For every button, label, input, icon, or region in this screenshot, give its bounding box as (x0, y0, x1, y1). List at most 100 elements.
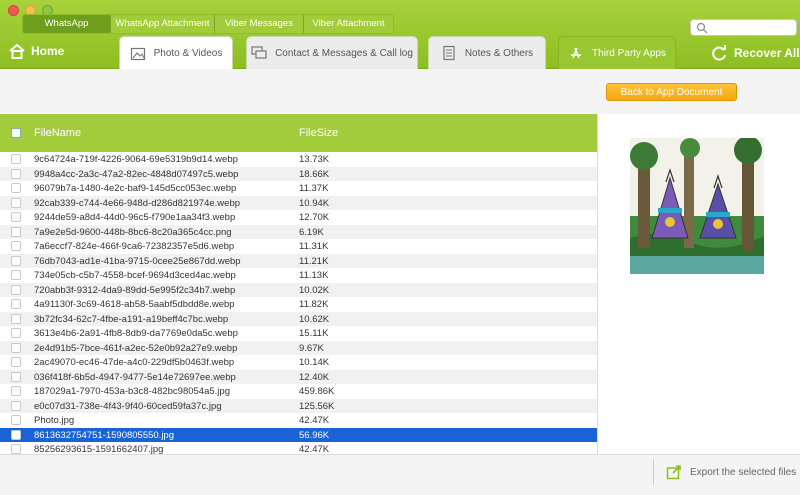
file-size: 11.37K (299, 183, 329, 194)
subtab-viber-messages[interactable]: Viber Messages (215, 15, 304, 33)
home-label: Home (31, 44, 65, 58)
file-name: 9244de59-a8d4-44d0-96c5-f790e1aa34f3.web… (34, 212, 236, 223)
tab-third-party-apps[interactable]: Third Party Apps (558, 36, 676, 69)
file-size: 15.11K (299, 328, 329, 339)
row-checkbox[interactable] (11, 183, 21, 193)
file-name: 8613632754751-1590805550.jpg (34, 429, 174, 441)
table-row[interactable]: 9244de59-a8d4-44d0-96c5-f790e1aa34f3.web… (0, 210, 597, 225)
row-checkbox[interactable] (11, 226, 21, 237)
chat-icon (251, 46, 267, 59)
table-row[interactable]: 7a6eccf7-824e-466f-9ca6-72382357e5d6.web… (0, 239, 597, 254)
row-checkbox[interactable] (11, 168, 21, 179)
notes-icon (443, 45, 455, 61)
search-box[interactable] (690, 19, 797, 36)
file-name: 92cab339-c744-4e66-948d-d286d821974e.web… (34, 197, 241, 209)
tab-contact-messages[interactable]: Contact & Messages & Call log (246, 36, 418, 69)
file-size: 10.94K (299, 197, 330, 209)
row-checkbox[interactable] (11, 299, 21, 309)
row-checkbox[interactable] (11, 386, 21, 396)
table-row[interactable]: 4a91130f-3c69-4618-ab58-5aabf5dbdd8e.web… (0, 297, 597, 312)
file-size: 12.40K (299, 371, 330, 383)
table-header: FileName FileSize (0, 114, 597, 152)
table-row[interactable]: 2e4d91b5-7bce-461f-a2ec-52e0b92a27e9.web… (0, 340, 597, 355)
export-icon (666, 465, 681, 480)
tab-label: Third Party Apps (592, 47, 666, 59)
row-checkbox[interactable] (11, 255, 21, 266)
tab-notes-others[interactable]: Notes & Others (428, 36, 546, 69)
file-size: 11.21K (299, 255, 329, 267)
file-size: 10.62K (299, 313, 330, 325)
file-name: 76db7043-ad1e-41ba-9715-0cee25e867dd.web… (34, 255, 241, 267)
tab-photo-videos[interactable]: Photo & Videos (119, 36, 233, 70)
file-name: 9948a4cc-2a3c-47a2-82ec-4848d07497c5.web… (34, 168, 239, 180)
file-size: 11.31K (299, 241, 329, 252)
table-row[interactable]: 734e05cb-c5b7-4558-bcef-9694d3ced4ac.web… (0, 268, 597, 283)
row-checkbox[interactable] (11, 371, 21, 382)
file-name: 7a9e2e5d-9600-448b-8bc6-8c20a365c4cc.png (34, 226, 232, 238)
file-size: 42.47K (299, 415, 330, 426)
file-size: 10.02K (299, 284, 330, 296)
export-label: Export the selected files (690, 466, 797, 478)
select-all-checkbox[interactable] (11, 128, 21, 138)
home-button[interactable]: Home (8, 42, 64, 60)
file-size: 18.66K (299, 168, 330, 180)
export-selected-button[interactable]: Export the selected files (653, 459, 796, 485)
file-size: 6.19K (299, 226, 324, 238)
home-icon (9, 43, 25, 59)
row-checkbox[interactable] (11, 342, 21, 353)
table-row[interactable]: 187029a1-7970-453a-b3c8-482bc98054a5.jpg… (0, 384, 597, 399)
subtab-whatsapp-messages[interactable]: WhatsApp Messages (23, 15, 111, 33)
file-size: 125.56K (299, 400, 335, 412)
tab-label: Contact & Messages & Call log (275, 47, 413, 59)
table-row[interactable]: 92cab339-c744-4e66-948d-d286d821974e.web… (0, 195, 597, 210)
row-checkbox[interactable] (11, 241, 21, 251)
row-checkbox[interactable] (11, 212, 21, 222)
row-checkbox[interactable] (11, 284, 21, 295)
panel-divider (597, 114, 598, 454)
table-row[interactable]: 3613e4b6-2a91-4fb8-8db9-da7769e0da5c.web… (0, 326, 597, 341)
file-size: 12.70K (299, 212, 330, 223)
table-row[interactable]: 7a9e2e5d-9600-448b-8bc6-8c20a365c4cc.png… (0, 224, 597, 239)
image-preview (630, 138, 764, 274)
subtab-viber-attachment[interactable]: Viber Attachment (304, 15, 393, 33)
file-name: 4a91130f-3c69-4618-ab58-5aabf5dbdd8e.web… (34, 299, 235, 310)
subtab-whatsapp-attachment[interactable]: WhatsApp Attachment (111, 15, 215, 33)
column-header-filename[interactable]: FileName (34, 127, 81, 139)
table-row[interactable]: 9c64724a-719f-4226-9064-69e5319b9d14.web… (0, 152, 597, 167)
recover-all-button[interactable]: Recover All (710, 44, 800, 62)
table-row[interactable]: 2ac49070-ec46-47de-a4c0-229df5b0463f.web… (0, 355, 597, 370)
column-header-filesize[interactable]: FileSize (299, 127, 338, 139)
file-size: 9.67K (299, 342, 324, 354)
recover-all-label: Recover All (734, 46, 800, 60)
table-row-selected[interactable]: 8613632754751-1590805550.jpg 56.96K (0, 427, 597, 442)
row-checkbox[interactable] (11, 357, 21, 367)
table-row[interactable]: e0c07d31-738e-4f43-9f40-60ced59fa37c.jpg… (0, 398, 597, 413)
back-to-app-document-button[interactable]: Back to App Document (606, 83, 737, 101)
row-checkbox[interactable] (11, 197, 21, 208)
table-row[interactable]: 96079b7a-1480-4e2c-baf9-145d5cc053ec.web… (0, 181, 597, 196)
row-checkbox[interactable] (11, 328, 21, 338)
file-list: 9c64724a-719f-4226-9064-69e5319b9d14.web… (0, 152, 597, 457)
row-checkbox[interactable] (11, 400, 21, 411)
file-size: 11.13K (299, 270, 329, 281)
file-name: 3613e4b6-2a91-4fb8-8db9-da7769e0da5c.web… (34, 328, 238, 339)
table-row[interactable]: Photo.jpg 42.47K (0, 413, 597, 428)
table-row[interactable]: 720abb3f-9312-4da9-89dd-5e995f2c34b7.web… (0, 282, 597, 297)
row-checkbox[interactable] (11, 270, 21, 280)
row-checkbox[interactable] (11, 154, 21, 164)
close-window-button[interactable] (8, 5, 19, 16)
search-input[interactable] (711, 20, 795, 35)
row-checkbox[interactable] (11, 313, 21, 324)
file-name: 2ac49070-ec46-47de-a4c0-229df5b0463f.web… (34, 357, 235, 368)
table-row[interactable]: 3b72fc34-62c7-4fbe-a191-a19beff4c7bc.web… (0, 311, 597, 326)
row-checkbox[interactable] (11, 429, 21, 440)
table-row[interactable]: 76db7043-ad1e-41ba-9715-0cee25e867dd.web… (0, 253, 597, 268)
row-checkbox[interactable] (11, 444, 21, 454)
table-row[interactable]: 9948a4cc-2a3c-47a2-82ec-4848d07497c5.web… (0, 166, 597, 181)
row-checkbox[interactable] (11, 415, 21, 425)
preview-picture (630, 138, 764, 274)
photo-icon (130, 47, 145, 60)
table-row[interactable]: 036f418f-6b5d-4947-9477-5e14e72697ee.web… (0, 369, 597, 384)
file-name: e0c07d31-738e-4f43-9f40-60ced59fa37c.jpg (34, 400, 222, 412)
file-name: 7a6eccf7-824e-466f-9ca6-72382357e5d6.web… (34, 241, 235, 252)
